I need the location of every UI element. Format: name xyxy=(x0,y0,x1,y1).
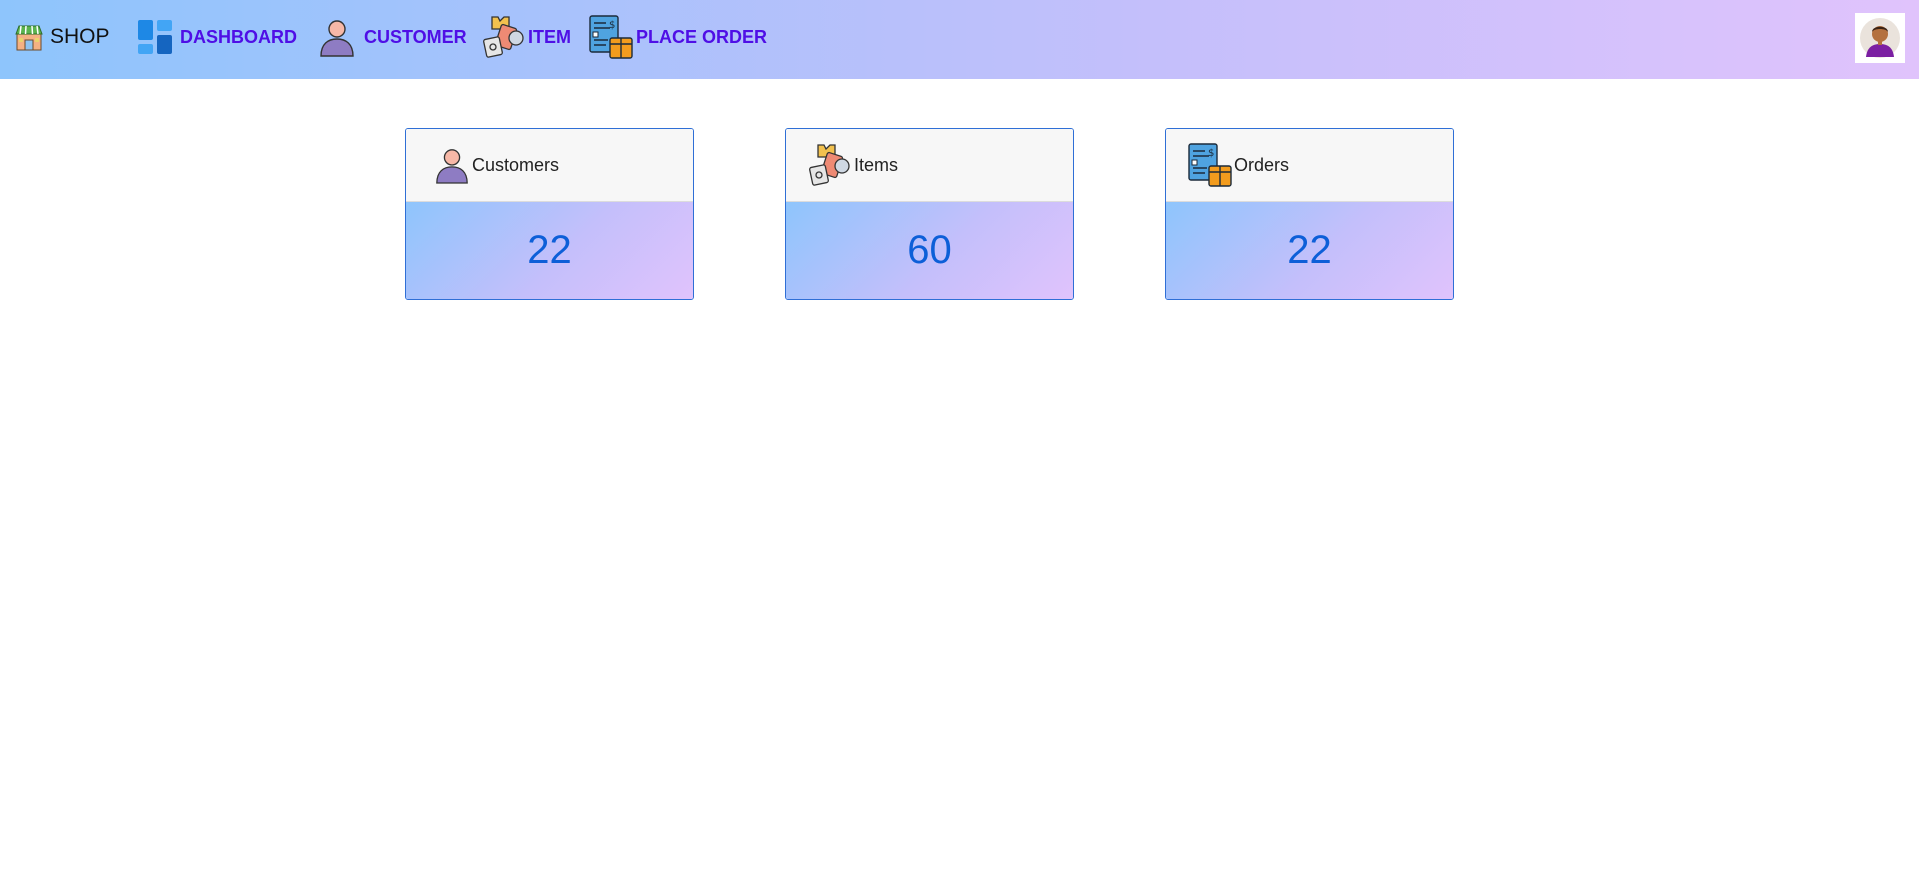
brand-label: SHOP xyxy=(50,25,110,48)
nav-customer-label: CUSTOMER xyxy=(364,26,467,47)
user-avatar-icon xyxy=(1860,18,1900,58)
svg-text:$: $ xyxy=(1208,148,1214,159)
svg-text:$: $ xyxy=(609,20,615,31)
order-icon: $ xyxy=(1188,143,1232,187)
nav-item[interactable]: ITEM xyxy=(482,0,571,74)
orders-card-body: 22 xyxy=(1166,202,1453,299)
nav-dashboard[interactable]: DASHBOARD xyxy=(136,0,297,74)
nav-place-order-label: PLACE ORDER xyxy=(636,26,768,47)
customers-card-body: 22 xyxy=(406,202,693,299)
orders-card-header: $ Orders xyxy=(1166,129,1453,202)
customers-card: Customers 22 xyxy=(405,128,694,300)
item-icon xyxy=(809,144,850,186)
nav-place-order[interactable]: $ PLACE ORDER xyxy=(588,0,767,74)
shop-icon xyxy=(15,25,43,51)
items-count: 60 xyxy=(907,228,952,272)
items-card-header: Items xyxy=(786,129,1073,202)
nav-brand-shop[interactable]: SHOP xyxy=(14,0,110,74)
nav-customer[interactable]: CUSTOMER xyxy=(318,0,467,74)
nav-item-label: ITEM xyxy=(528,26,571,47)
items-card-title: Items xyxy=(854,154,899,175)
top-navbar: SHOP DASHBOARD CUSTOMER ITEM $ PLACE ORD… xyxy=(0,0,1919,79)
customers-card-header: Customers xyxy=(406,129,693,202)
items-card: Items 60 xyxy=(785,128,1074,300)
orders-card: $ Orders 22 xyxy=(1165,128,1454,300)
orders-count: 22 xyxy=(1287,228,1332,272)
customer-icon xyxy=(436,149,468,184)
items-card-body: 60 xyxy=(786,202,1073,299)
user-avatar-button[interactable] xyxy=(1855,13,1905,63)
dashboard-icon xyxy=(138,20,172,54)
place-order-icon: $ xyxy=(589,15,633,59)
item-icon xyxy=(483,16,524,58)
nav-dashboard-label: DASHBOARD xyxy=(180,26,297,47)
orders-card-title: Orders xyxy=(1234,154,1290,175)
customers-card-title: Customers xyxy=(472,154,560,175)
customer-icon xyxy=(320,20,354,57)
customers-count: 22 xyxy=(527,228,572,272)
